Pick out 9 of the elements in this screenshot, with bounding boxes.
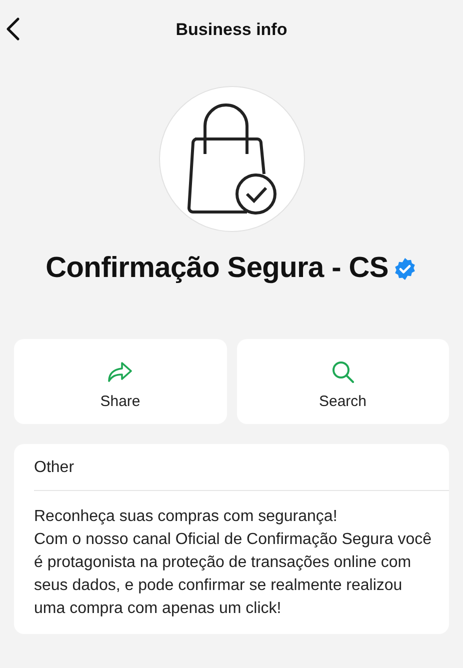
page-title: Business info <box>174 20 288 40</box>
section-heading: Other <box>34 444 449 491</box>
business-description: Reconheça suas compras com segurança! Com o nosso canal Oficial de Confirmação Segura você é protagonista na proteção de transações online com seus dados, e pode confirmar se realmente realizou uma compra com apenas um click! <box>34 507 433 619</box>
search-button[interactable]: Search <box>236 339 449 424</box>
search-icon <box>330 360 355 384</box>
business-name: Confirmação Segura - CS <box>46 252 388 285</box>
shopping-bag-icon <box>184 102 278 216</box>
share-icon <box>107 360 134 384</box>
share-button[interactable]: Share <box>14 339 226 424</box>
